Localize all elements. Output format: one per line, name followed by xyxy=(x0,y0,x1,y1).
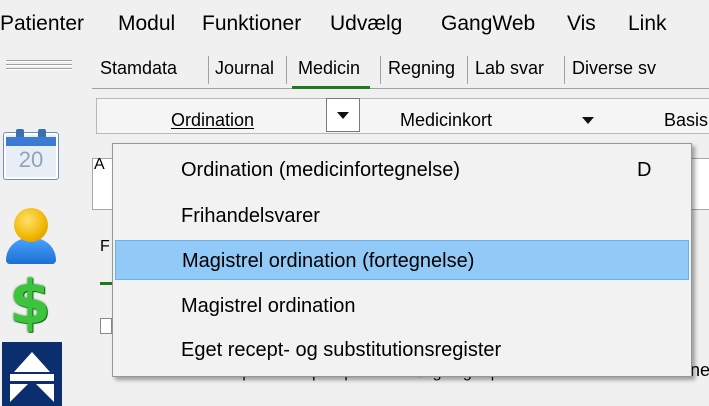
left-toolbar: 20 $ xyxy=(0,50,80,406)
toolbar-grip[interactable] xyxy=(6,68,72,70)
menubar: Patienter Modul Funktioner Udvælg GangWe… xyxy=(0,0,709,50)
tab-bar: Stamdata Journal Medicin Regning Lab sva… xyxy=(80,50,709,90)
dollar-icon[interactable]: $ xyxy=(2,272,58,334)
person-icon[interactable] xyxy=(6,208,56,264)
ordination-dropdown-menu: Ordination (medicinfortegnelse) D Frihan… xyxy=(112,143,692,377)
medicinkort-button[interactable]: Medicinkort xyxy=(400,110,492,131)
chevron-down-icon[interactable] xyxy=(582,117,594,124)
ordination-dropdown-button[interactable] xyxy=(326,98,360,132)
menu-patienter[interactable]: Patienter xyxy=(0,12,84,36)
tab-medicin[interactable]: Medicin xyxy=(298,58,360,79)
menu-gangweb[interactable]: GangWeb xyxy=(441,12,535,36)
menu-link[interactable]: Link xyxy=(628,12,667,36)
panel-label: A xyxy=(94,156,105,173)
toolbar-grip[interactable] xyxy=(6,64,72,66)
tab-regning[interactable]: Regning xyxy=(388,58,455,79)
menu-item-magistrel-ordination-fortegnelse[interactable]: Magistrel ordination (fortegnelse) xyxy=(115,240,689,280)
menu-item-frihandelsvarer[interactable]: Frihandelsvarer xyxy=(115,196,689,236)
tab-diverse[interactable]: Diverse sv xyxy=(572,58,656,79)
active-tab-indicator xyxy=(292,86,370,89)
medicin-toolbar: Ordination Medicinkort Basis xyxy=(80,92,709,136)
menu-item-label: Magistrel ordination xyxy=(181,295,356,317)
menu-funktioner[interactable]: Funktioner xyxy=(202,12,301,36)
chevron-down-icon xyxy=(337,112,349,119)
menu-item-magistrel-ordination[interactable]: Magistrel ordination xyxy=(115,286,689,326)
toolbar-grip[interactable] xyxy=(6,60,72,62)
menu-item-label: Eget recept- og substitutionsregister xyxy=(181,339,502,361)
menu-item-label: Frihandelsvarer xyxy=(181,205,320,227)
checkbox[interactable] xyxy=(100,318,112,334)
hidden-text: ne xyxy=(690,360,709,380)
calendar-icon[interactable]: 20 xyxy=(3,129,59,180)
tab-lab-svar[interactable]: Lab svar xyxy=(475,58,544,79)
panel-label: F xyxy=(100,238,110,255)
menu-item-ordination-medicinfortegnelse[interactable]: Ordination (medicinfortegnelse) D xyxy=(115,150,689,190)
tab-stamdata[interactable]: Stamdata xyxy=(100,58,177,79)
menu-item-label: Magistrel ordination (fortegnelse) xyxy=(182,250,475,272)
basis-button[interactable]: Basis xyxy=(664,110,708,131)
tab-journal[interactable]: Journal xyxy=(215,58,274,79)
menu-item-shortcut: D xyxy=(637,159,652,181)
navy-logo-icon[interactable] xyxy=(2,342,62,406)
calendar-day: 20 xyxy=(18,147,44,172)
menu-item-eget-recept-register[interactable]: Eget recept- og substitutionsregister xyxy=(115,330,689,370)
menu-item-label: Ordination (medicinfortegnelse) xyxy=(181,159,461,181)
menu-modul[interactable]: Modul xyxy=(118,12,175,36)
ordination-button[interactable]: Ordination xyxy=(171,110,254,131)
menu-udvaelg[interactable]: Udvælg xyxy=(330,12,402,36)
menu-vis[interactable]: Vis xyxy=(567,12,596,36)
